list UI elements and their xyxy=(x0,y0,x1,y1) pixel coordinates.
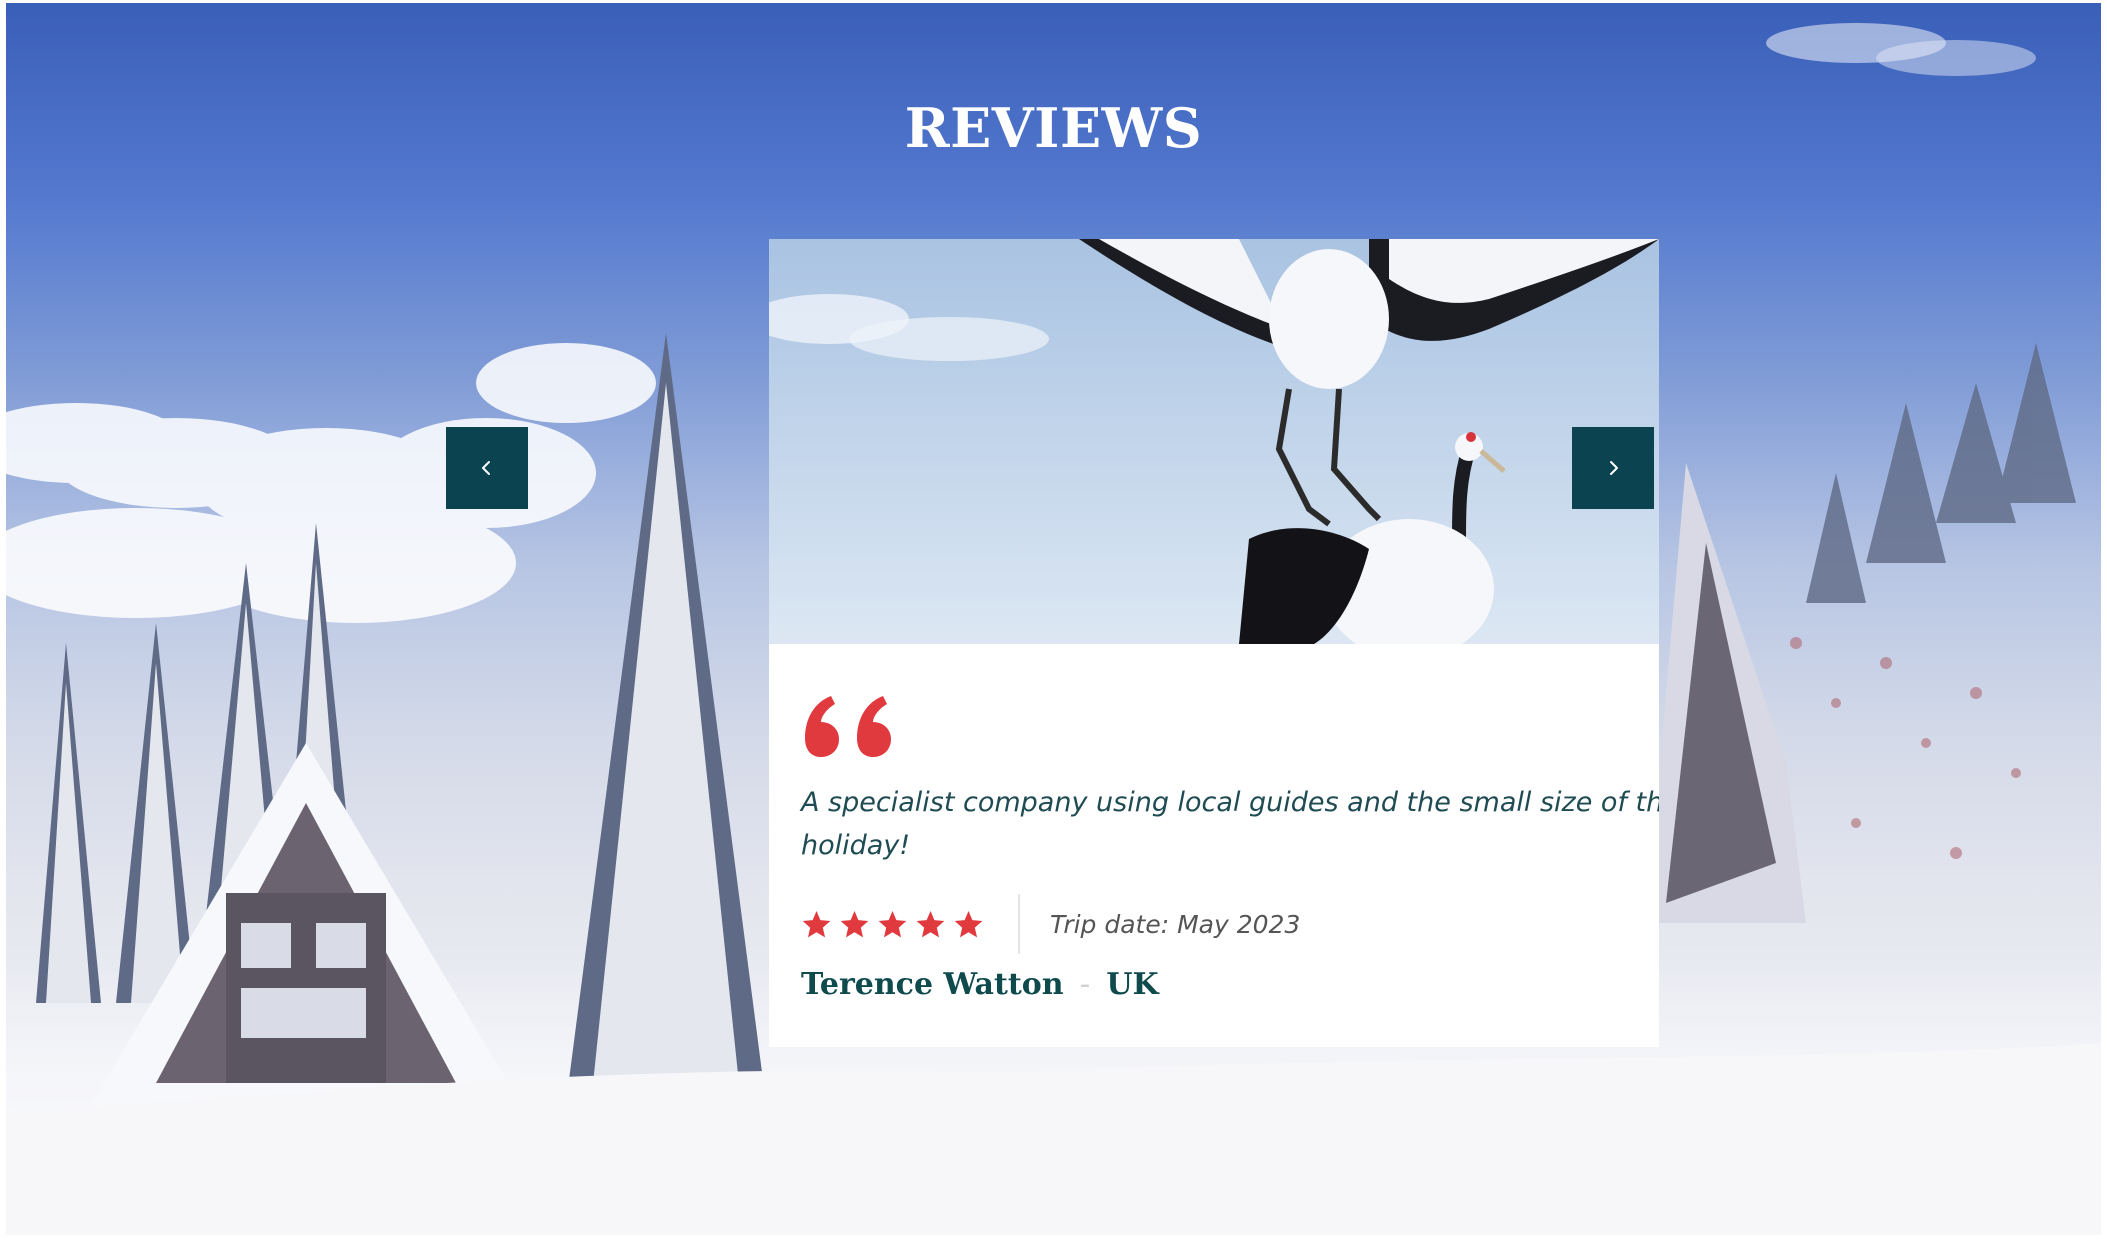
reviews-section: REVIEWS A specialist company using local… xyxy=(6,3,2101,1235)
star-icon xyxy=(840,910,869,937)
chevron-left-icon xyxy=(482,461,490,475)
star-rating xyxy=(801,909,984,940)
star-icon xyxy=(954,910,983,937)
carousel-prev-button[interactable] xyxy=(446,427,528,509)
review-text: A specialist company using local guides … xyxy=(801,781,1659,867)
star-icon xyxy=(878,910,907,937)
quote-icon xyxy=(805,696,891,757)
review-card: A specialist company using local guides … xyxy=(769,239,1659,1047)
meta-divider xyxy=(1018,894,1020,954)
review-author: Terence Watton - UK xyxy=(801,967,1159,1002)
review-photo xyxy=(769,239,1659,644)
review-text-line-2: holiday! xyxy=(801,830,911,861)
chevron-right-icon xyxy=(1610,461,1618,475)
trip-date: Trip date: May 2023 xyxy=(1050,909,1301,939)
author-separator: - xyxy=(1079,967,1091,1002)
author-name: Terence Watton xyxy=(801,967,1064,1002)
section-title: REVIEWS xyxy=(904,96,1203,160)
review-text-line-1: A specialist company using local guides … xyxy=(801,787,1659,818)
carousel-next-button[interactable] xyxy=(1572,427,1654,509)
star-icon xyxy=(916,910,945,937)
author-country: UK xyxy=(1106,967,1159,1002)
review-meta: Trip date: May 2023 xyxy=(801,894,1300,954)
star-icon xyxy=(802,910,831,937)
